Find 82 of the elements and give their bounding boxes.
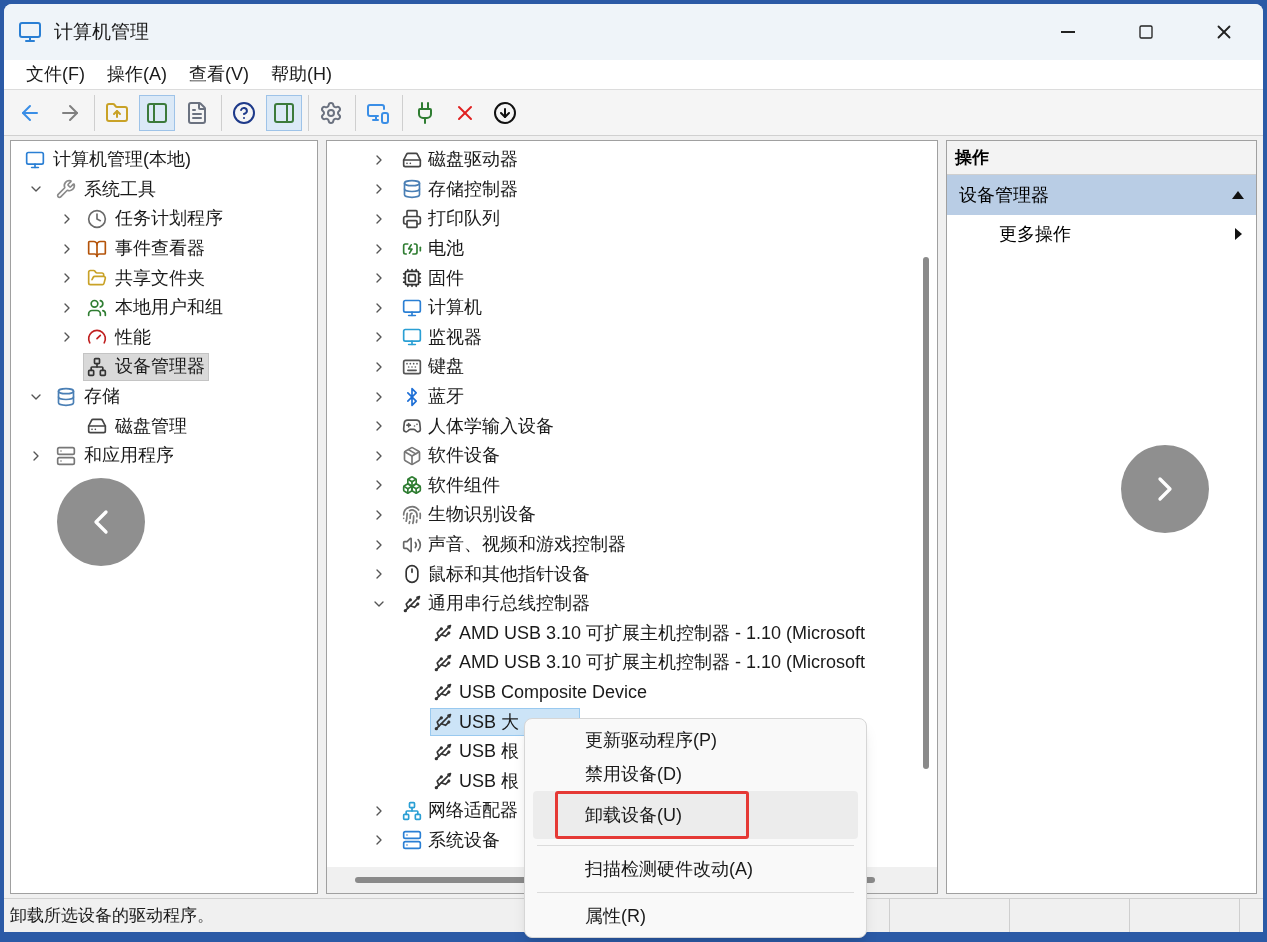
help-icon xyxy=(232,100,256,125)
fingerprint-icon xyxy=(402,504,422,525)
device-tree-item[interactable]: 监视器 xyxy=(399,323,543,352)
device-tree-item[interactable]: 生物识别设备 xyxy=(399,500,597,529)
scrollbar-thumb[interactable] xyxy=(923,257,929,769)
usb-plug-icon xyxy=(402,593,422,614)
document-icon xyxy=(185,100,209,125)
context-menu-item[interactable]: 扫描检测硬件改动(A) xyxy=(533,852,858,886)
wrench-icon xyxy=(56,179,76,200)
device-tree-item[interactable]: 磁盘驱动器 xyxy=(399,145,579,174)
menu-item[interactable]: 查看(V) xyxy=(179,61,259,88)
menu-item[interactable]: 文件(F) xyxy=(16,61,95,88)
status-text: 卸载所选设备的驱动程序。 xyxy=(9,904,215,927)
menu-item[interactable]: 操作(A) xyxy=(97,61,177,88)
speaker-icon xyxy=(402,534,422,555)
device-tree-item[interactable]: AMD USB 3.10 可扩展主机控制器 - 1.10 (Microsoft xyxy=(430,619,927,648)
server-icon xyxy=(402,830,422,851)
monitor-icon xyxy=(402,327,422,348)
tree-item[interactable]: 性能 xyxy=(83,323,155,352)
panel-right-icon xyxy=(272,100,296,125)
maximize-icon xyxy=(1138,24,1154,40)
tree-item[interactable]: 任务计划程序 xyxy=(83,205,227,233)
tree-item[interactable]: 存储 xyxy=(52,382,124,411)
usb-plug-icon xyxy=(433,712,453,733)
tree-item[interactable]: 磁盘管理 xyxy=(83,412,191,441)
panel-left-icon xyxy=(145,100,169,125)
action-item[interactable]: 更多操作 xyxy=(947,215,1256,253)
clock-icon xyxy=(87,209,107,229)
menu-item[interactable]: 帮助(H) xyxy=(261,61,342,88)
usb-plug-icon xyxy=(433,623,453,644)
device-tree-icon xyxy=(87,356,107,377)
computer-icon xyxy=(18,20,42,44)
tree-item[interactable]: 设备管理器 xyxy=(83,352,209,381)
device-tree-item[interactable]: 固件 xyxy=(399,264,525,293)
gear-icon xyxy=(319,100,343,125)
device-tree-item[interactable]: 软件组件 xyxy=(399,471,561,500)
device-tree-item[interactable]: 软件设备 xyxy=(399,441,561,470)
boxes-icon xyxy=(402,475,422,496)
device-tree-item[interactable]: 打印队列 xyxy=(399,205,561,233)
minimize-icon xyxy=(1061,31,1075,33)
tree-item[interactable]: 系统工具 xyxy=(52,175,160,204)
tree-item[interactable]: 共享文件夹 xyxy=(83,264,209,293)
hard-drive-icon xyxy=(87,416,107,437)
monitor-icon xyxy=(402,297,422,318)
usb-plug-icon xyxy=(433,682,453,703)
device-tree-item[interactable]: 存储控制器 xyxy=(399,175,579,204)
window-title: 计算机管理 xyxy=(54,19,149,44)
chip-icon xyxy=(402,268,422,289)
device-tree-item[interactable]: 鼠标和其他指针设备 xyxy=(399,560,651,589)
device-tree-item[interactable]: 计算机 xyxy=(399,293,543,322)
folder-up-icon xyxy=(105,100,129,125)
book-icon xyxy=(87,238,107,259)
usb-plug-icon xyxy=(433,741,453,762)
device-tree-item[interactable]: USB Composite Device xyxy=(430,678,709,707)
tree-item[interactable]: 事件查看器 xyxy=(83,234,209,263)
actions-section-header[interactable]: 设备管理器 xyxy=(947,175,1256,215)
network-icon xyxy=(402,800,422,821)
monitor-icon xyxy=(25,149,45,170)
submenu-triangle-icon xyxy=(1235,228,1242,240)
device-tree-item[interactable]: 声音、视频和游戏控制器 xyxy=(399,530,687,559)
device-tree-item[interactable]: 蓝牙 xyxy=(399,382,525,411)
users-icon xyxy=(87,297,107,318)
server-icon xyxy=(56,445,76,466)
package-icon xyxy=(402,445,422,466)
device-tree-item[interactable]: 键盘 xyxy=(399,352,525,381)
collapse-triangle-icon xyxy=(1232,191,1244,199)
database-icon xyxy=(56,386,76,407)
database-icon xyxy=(402,179,422,200)
tree-item[interactable]: 本地用户和组 xyxy=(83,293,227,322)
device-tree-item[interactable]: 电池 xyxy=(399,234,525,263)
printer-icon xyxy=(402,209,422,229)
tree-item[interactable]: 和应用程序 xyxy=(52,441,178,470)
context-menu-item[interactable]: 卸载设备(U) xyxy=(533,791,858,839)
device-tree-item[interactable]: 通用串行总线控制器 xyxy=(399,589,651,618)
usb-plug-icon xyxy=(433,652,453,673)
mouse-icon xyxy=(402,564,422,585)
tree-item[interactable]: 计算机管理(本地) xyxy=(21,145,195,174)
usb-plug-icon xyxy=(433,771,453,792)
actions-header: 操作 xyxy=(947,141,1256,175)
device-tree-item[interactable]: AMD USB 3.10 可扩展主机控制器 - 1.10 (Microsoft xyxy=(430,648,927,677)
device-tree-item[interactable]: 人体学输入设备 xyxy=(399,412,615,441)
context-menu-item[interactable]: 属性(R) xyxy=(533,899,858,933)
